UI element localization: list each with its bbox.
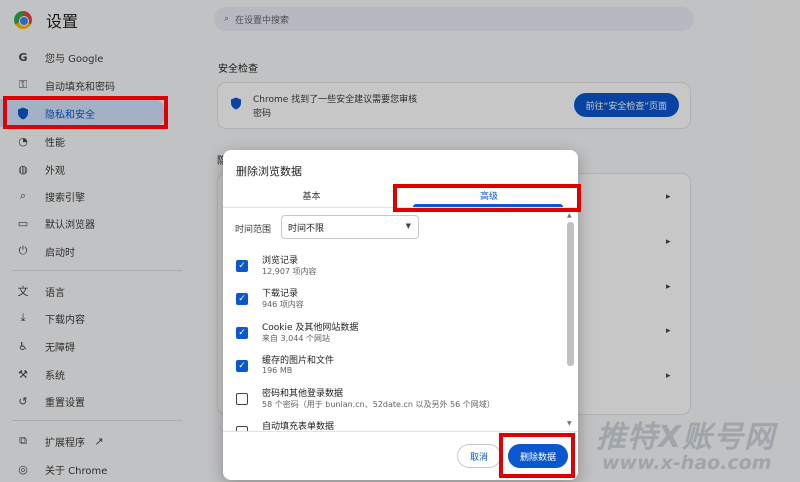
option-title: 浏览记录 — [262, 256, 299, 266]
highlight-box — [499, 433, 575, 478]
option-title: 密码和其他登录数据 — [262, 389, 344, 399]
time-range-label: 时间范围 — [235, 225, 272, 235]
time-range-select[interactable]: 时间不限 ▼ — [281, 215, 419, 239]
checkbox-checked[interactable]: ✓ — [236, 360, 248, 372]
cancel-button[interactable]: 取消 — [457, 444, 501, 468]
checkbox-checked[interactable]: ✓ — [236, 260, 248, 272]
option-browsing-history[interactable]: ✓ 浏览记录 12,907 项内容 — [235, 253, 555, 283]
option-subtitle: 196 MB — [262, 366, 293, 375]
scroll-down-arrow-icon[interactable]: ▼ — [567, 420, 572, 427]
time-range-value: 时间不限 — [288, 223, 325, 234]
option-autofill-form-data[interactable]: 自动填充表单数据 — [235, 419, 555, 431]
dialog-scrollbar[interactable]: ▲ ▼ — [566, 212, 575, 432]
watermark: 推特X账号网 www.x-hao.com — [596, 412, 786, 480]
checkbox-checked[interactable]: ✓ — [236, 327, 248, 339]
option-title: Cookie 及其他网站数据 — [262, 323, 359, 333]
option-title: 缓存的图片和文件 — [262, 356, 335, 366]
option-subtitle: 58 个密码（用于 bunian.cn、52date.cn 以及另外 56 个网… — [262, 400, 495, 409]
scrollbar-thumb[interactable] — [567, 222, 574, 366]
tab-basic[interactable]: 基本 — [223, 182, 400, 208]
dropdown-arrow-icon: ▼ — [405, 222, 411, 230]
option-subtitle: 946 项内容 — [262, 300, 304, 309]
highlight-box — [393, 184, 581, 212]
scroll-up-arrow-icon[interactable]: ▲ — [567, 212, 572, 219]
highlight-box — [3, 96, 168, 129]
option-cached-images[interactable]: ✓ 缓存的图片和文件 196 MB — [235, 353, 555, 383]
checkbox-checked[interactable]: ✓ — [236, 293, 248, 305]
dialog-title: 删除浏览数据 — [236, 165, 302, 178]
dialog-footer-divider — [223, 431, 578, 432]
watermark-line1: 推特X账号网 — [596, 420, 776, 455]
option-cookies[interactable]: ✓ Cookie 及其他网站数据 来自 3,044 个网站 — [235, 320, 555, 350]
option-download-history[interactable]: ✓ 下载记录 946 项内容 — [235, 286, 555, 316]
option-title: 下载记录 — [262, 289, 299, 299]
option-subtitle: 12,907 项内容 — [262, 267, 317, 276]
option-passwords[interactable]: 密码和其他登录数据 58 个密码（用于 bunian.cn、52date.cn … — [235, 386, 555, 416]
watermark-line2: www.x-hao.com — [602, 452, 772, 474]
checkbox-unchecked[interactable] — [236, 393, 248, 405]
option-subtitle: 来自 3,044 个网站 — [262, 334, 330, 343]
dialog-scroll-area[interactable]: 时间范围 时间不限 ▼ ✓ 浏览记录 12,907 项内容 ✓ 下载记录 946… — [223, 209, 578, 431]
option-title: 自动填充表单数据 — [262, 422, 335, 431]
